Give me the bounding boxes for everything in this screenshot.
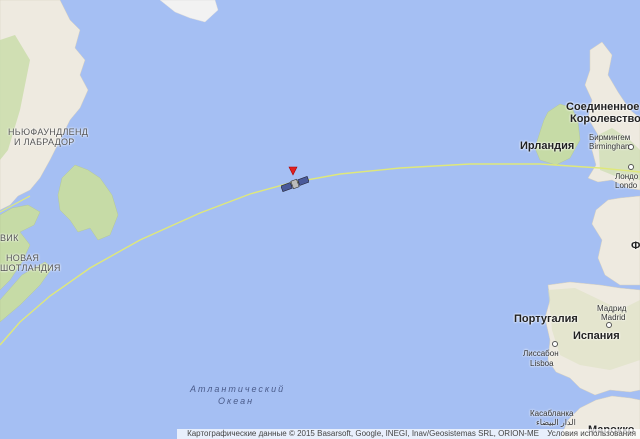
madrid-label: Мадрид bbox=[597, 304, 627, 313]
ireland-label: Ирландия bbox=[520, 140, 575, 152]
casablanca-label: Касабланка bbox=[530, 409, 574, 418]
spain-label: Испания bbox=[573, 330, 620, 342]
terms-link[interactable]: Условия использования bbox=[547, 429, 636, 438]
attribution-text: Картографические данные © 2015 Basarsoft… bbox=[187, 429, 539, 438]
lisbon-dot bbox=[552, 341, 558, 347]
satellite-icon[interactable] bbox=[281, 176, 309, 192]
uk-label-line2: Королевство bbox=[570, 113, 640, 125]
red-marker-icon[interactable] bbox=[288, 166, 298, 176]
london-label: Лондо bbox=[615, 172, 639, 181]
attribution-bar: Картографические данные © 2015 Basarsoft… bbox=[177, 429, 640, 439]
birmingham-latin-label: Birmingham bbox=[589, 142, 632, 151]
ocean-label-line2: Океан bbox=[218, 396, 255, 406]
london-dot bbox=[628, 164, 634, 170]
scotia-label: ШОТЛАНДИЯ bbox=[0, 263, 61, 273]
ocean-label-line1: Атлантический bbox=[190, 384, 286, 394]
birmingham-label: Бирмингем bbox=[589, 133, 631, 142]
madrid-latin-label: Madrid bbox=[601, 313, 626, 322]
lisbon-label: Лиссабон bbox=[523, 349, 559, 358]
casablanca-arabic-label: الدار البيضاء bbox=[536, 418, 576, 427]
portugal-label: Португалия bbox=[514, 313, 578, 325]
madrid-dot bbox=[606, 322, 612, 328]
birmingham-dot bbox=[628, 144, 634, 150]
london-latin-label: Londo bbox=[615, 181, 638, 190]
map-base bbox=[0, 0, 640, 439]
labrador-label: И ЛАБРАДОР bbox=[14, 137, 75, 147]
uk-label-line1: Соединенное bbox=[566, 101, 640, 113]
nova-label: НОВАЯ bbox=[6, 253, 40, 263]
france-label: Ф bbox=[631, 240, 640, 252]
newfoundland-label: НЬЮФАУНДЛЕНД bbox=[8, 127, 89, 137]
brunswick-label: ВИК bbox=[0, 233, 19, 243]
map-view[interactable]: НЬЮФАУНДЛЕНД И ЛАБРАДОР ВИК НОВАЯ ШОТЛАН… bbox=[0, 0, 640, 439]
lisbon-latin-label: Lisboa bbox=[530, 359, 554, 368]
